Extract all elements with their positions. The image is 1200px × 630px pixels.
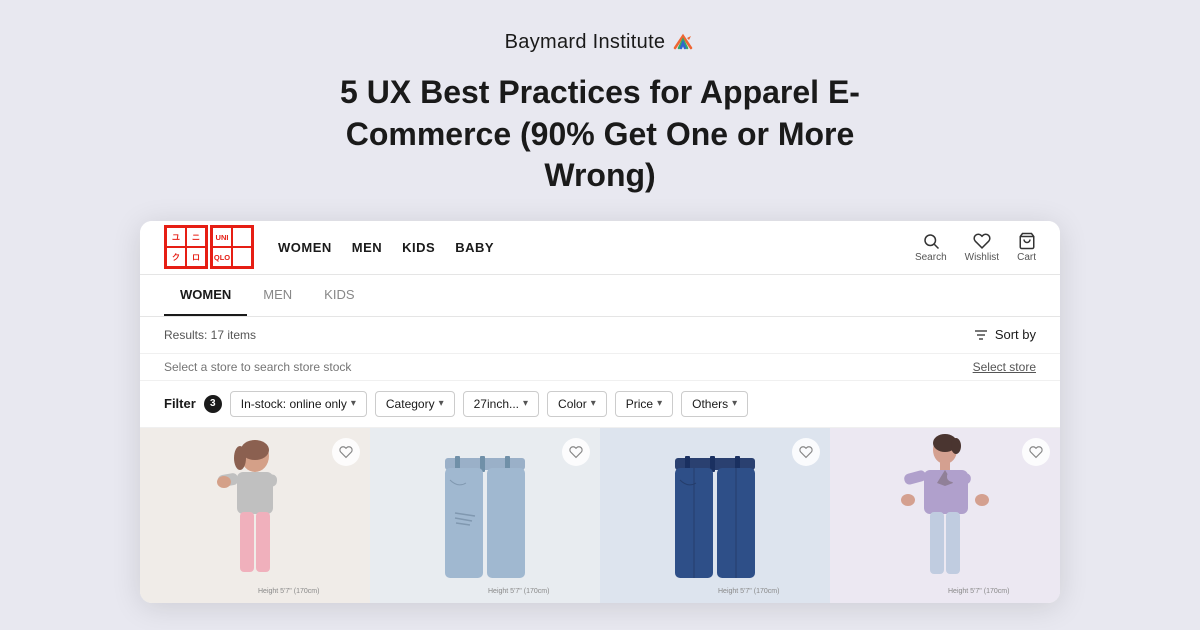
filter-chip-color[interactable]: Color ▾	[547, 391, 607, 417]
filter-chip-category-label: Category	[386, 397, 435, 411]
sort-label: Sort by	[995, 327, 1036, 342]
brand-logo: Baymard Institute	[505, 30, 696, 54]
uniqlo-nav: WOMEN MEN KIDS BABY	[278, 240, 915, 255]
chevron-down-icon: ▾	[732, 398, 737, 409]
filter-count-badge: 3	[204, 395, 222, 413]
heart-icon	[339, 445, 353, 459]
cart-icon-btn[interactable]: Cart	[1017, 232, 1036, 263]
heart-icon	[799, 445, 813, 459]
uniqlo-header: ユ ニ ク ロ UNI QLO WOMEN MEN KIDS BABY	[140, 221, 1060, 275]
nav-item-women[interactable]: WOMEN	[278, 240, 332, 255]
filter-chip-category[interactable]: Category ▾	[375, 391, 455, 417]
filter-label[interactable]: Filter	[164, 396, 196, 411]
sub-nav: WOMEN MEN KIDS	[140, 275, 1060, 317]
page-title: 5 UX Best Practices for Apparel E-Commer…	[310, 72, 890, 197]
filter-chip-others-label: Others	[692, 397, 728, 411]
filter-bar: Filter 3 In-stock: online only ▾ Categor…	[140, 380, 1060, 428]
select-store-link[interactable]: Select store	[973, 360, 1036, 374]
search-icon	[922, 232, 940, 250]
chevron-down-icon: ▾	[657, 398, 662, 409]
chevron-down-icon: ▾	[523, 398, 528, 409]
logo-cell-1: ユ	[166, 227, 186, 247]
svg-text:Height 5'7" (170cm): Height 5'7" (170cm)	[718, 588, 779, 595]
logo-cell-6	[232, 227, 252, 247]
chevron-down-icon: ▾	[591, 398, 596, 409]
svg-text:Height 5'7" (170cm): Height 5'7" (170cm)	[948, 588, 1009, 595]
logo-cell-7: QLO	[212, 247, 232, 267]
results-bar: Results: 17 items Sort by	[140, 317, 1060, 353]
sort-button[interactable]: Sort by	[973, 327, 1036, 343]
logo-cell-4: ロ	[186, 247, 206, 267]
sub-nav-women[interactable]: WOMEN	[164, 275, 247, 316]
header-icons: Search Wishlist Cart	[915, 232, 1036, 263]
wishlist-button-1[interactable]	[332, 438, 360, 466]
logo-cell-2: ニ	[186, 227, 206, 247]
nav-item-men[interactable]: MEN	[352, 240, 382, 255]
wishlist-button-3[interactable]	[792, 438, 820, 466]
logo-cell-8	[232, 247, 252, 267]
results-count: Results: 17 items	[164, 328, 256, 342]
filter-chip-others[interactable]: Others ▾	[681, 391, 748, 417]
wishlist-button-4[interactable]	[1022, 438, 1050, 466]
filter-chip-color-label: Color	[558, 397, 587, 411]
uniqlo-logo: ユ ニ ク ロ UNI QLO	[164, 225, 254, 269]
wishlist-label: Wishlist	[965, 252, 999, 263]
filter-chip-instock-label: In-stock: online only	[241, 397, 347, 411]
filter-chip-size[interactable]: 27inch... ▾	[463, 391, 539, 417]
baymard-icon	[671, 30, 695, 54]
brand-name: Baymard Institute	[505, 31, 666, 54]
cart-icon	[1018, 232, 1036, 250]
filter-chip-price-label: Price	[626, 397, 653, 411]
wishlist-button-2[interactable]	[562, 438, 590, 466]
wishlist-icon-btn[interactable]: Wishlist	[965, 232, 999, 263]
sort-icon	[973, 327, 989, 343]
product-card-4[interactable]: Height 5'7" (170cm)	[830, 428, 1060, 603]
product-card-2[interactable]: Height 5'7" (170cm)	[370, 428, 600, 603]
logo-cell-5: UNI	[212, 227, 232, 247]
search-icon-btn[interactable]: Search	[915, 232, 947, 263]
nav-item-kids[interactable]: KIDS	[402, 240, 435, 255]
sub-nav-kids[interactable]: KIDS	[308, 275, 370, 316]
filter-chip-price[interactable]: Price ▾	[615, 391, 673, 417]
svg-text:Height 5'7" (170cm): Height 5'7" (170cm)	[258, 588, 319, 595]
sub-nav-men[interactable]: MEN	[247, 275, 308, 316]
chevron-down-icon: ▾	[351, 398, 356, 409]
nav-item-baby[interactable]: BABY	[455, 240, 494, 255]
filter-chip-size-label: 27inch...	[474, 397, 519, 411]
cart-label: Cart	[1017, 252, 1036, 263]
product-card-3[interactable]: Height 5'7" (170cm)	[600, 428, 830, 603]
store-search-bar: Select store	[140, 353, 1060, 380]
search-label: Search	[915, 252, 947, 263]
svg-text:Height 5'7" (170cm): Height 5'7" (170cm)	[488, 588, 549, 595]
logo-cell-3: ク	[166, 247, 186, 267]
product-grid: Height 5'7" (170cm)	[140, 428, 1060, 603]
product-card-1[interactable]: Height 5'7" (170cm)	[140, 428, 370, 603]
filter-chip-instock[interactable]: In-stock: online only ▾	[230, 391, 367, 417]
heart-icon	[973, 232, 991, 250]
chevron-down-icon: ▾	[439, 398, 444, 409]
store-search-input[interactable]	[164, 360, 973, 374]
header-section: Baymard Institute 5 UX Best Practices fo…	[0, 30, 1200, 197]
heart-icon	[1029, 445, 1043, 459]
browser-window: ユ ニ ク ロ UNI QLO WOMEN MEN KIDS BABY	[140, 221, 1060, 603]
heart-icon	[569, 445, 583, 459]
